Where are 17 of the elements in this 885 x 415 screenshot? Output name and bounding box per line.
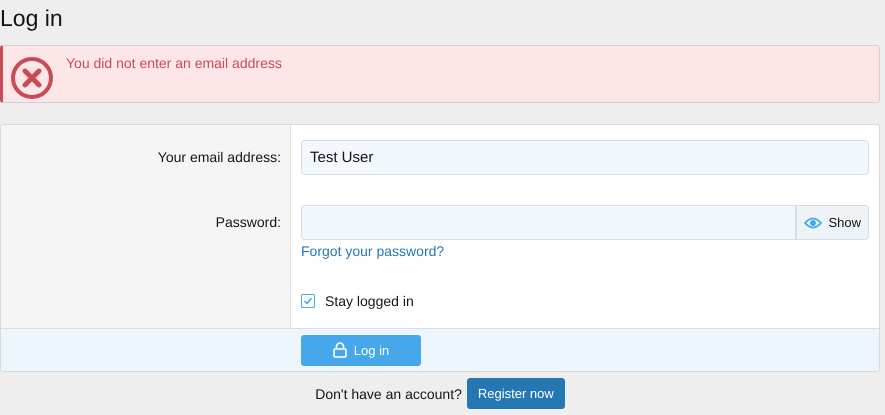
page-title: Log in	[0, 4, 64, 33]
password-field[interactable]	[301, 205, 796, 240]
checkbox-label: Stay logged in	[325, 293, 414, 309]
field-label: Password:	[216, 214, 281, 230]
lock-icon	[332, 342, 347, 358]
checkbox[interactable]	[301, 294, 315, 308]
email-field[interactable]: Test User	[301, 140, 869, 175]
register-button[interactable]: Register now	[466, 378, 565, 409]
field-label: Your email address:	[158, 149, 281, 165]
forgot-password-link[interactable]: Forgot your password?	[301, 243, 444, 259]
checkmark-icon	[303, 296, 313, 306]
login-button[interactable]: Log in	[301, 334, 421, 366]
error-message: You did not enter an email address	[66, 55, 282, 71]
eye-icon	[804, 216, 822, 228]
show-password-button[interactable]: Show	[796, 205, 869, 240]
register-prompt: Don't have an account?	[315, 386, 462, 402]
error-icon	[10, 56, 54, 100]
